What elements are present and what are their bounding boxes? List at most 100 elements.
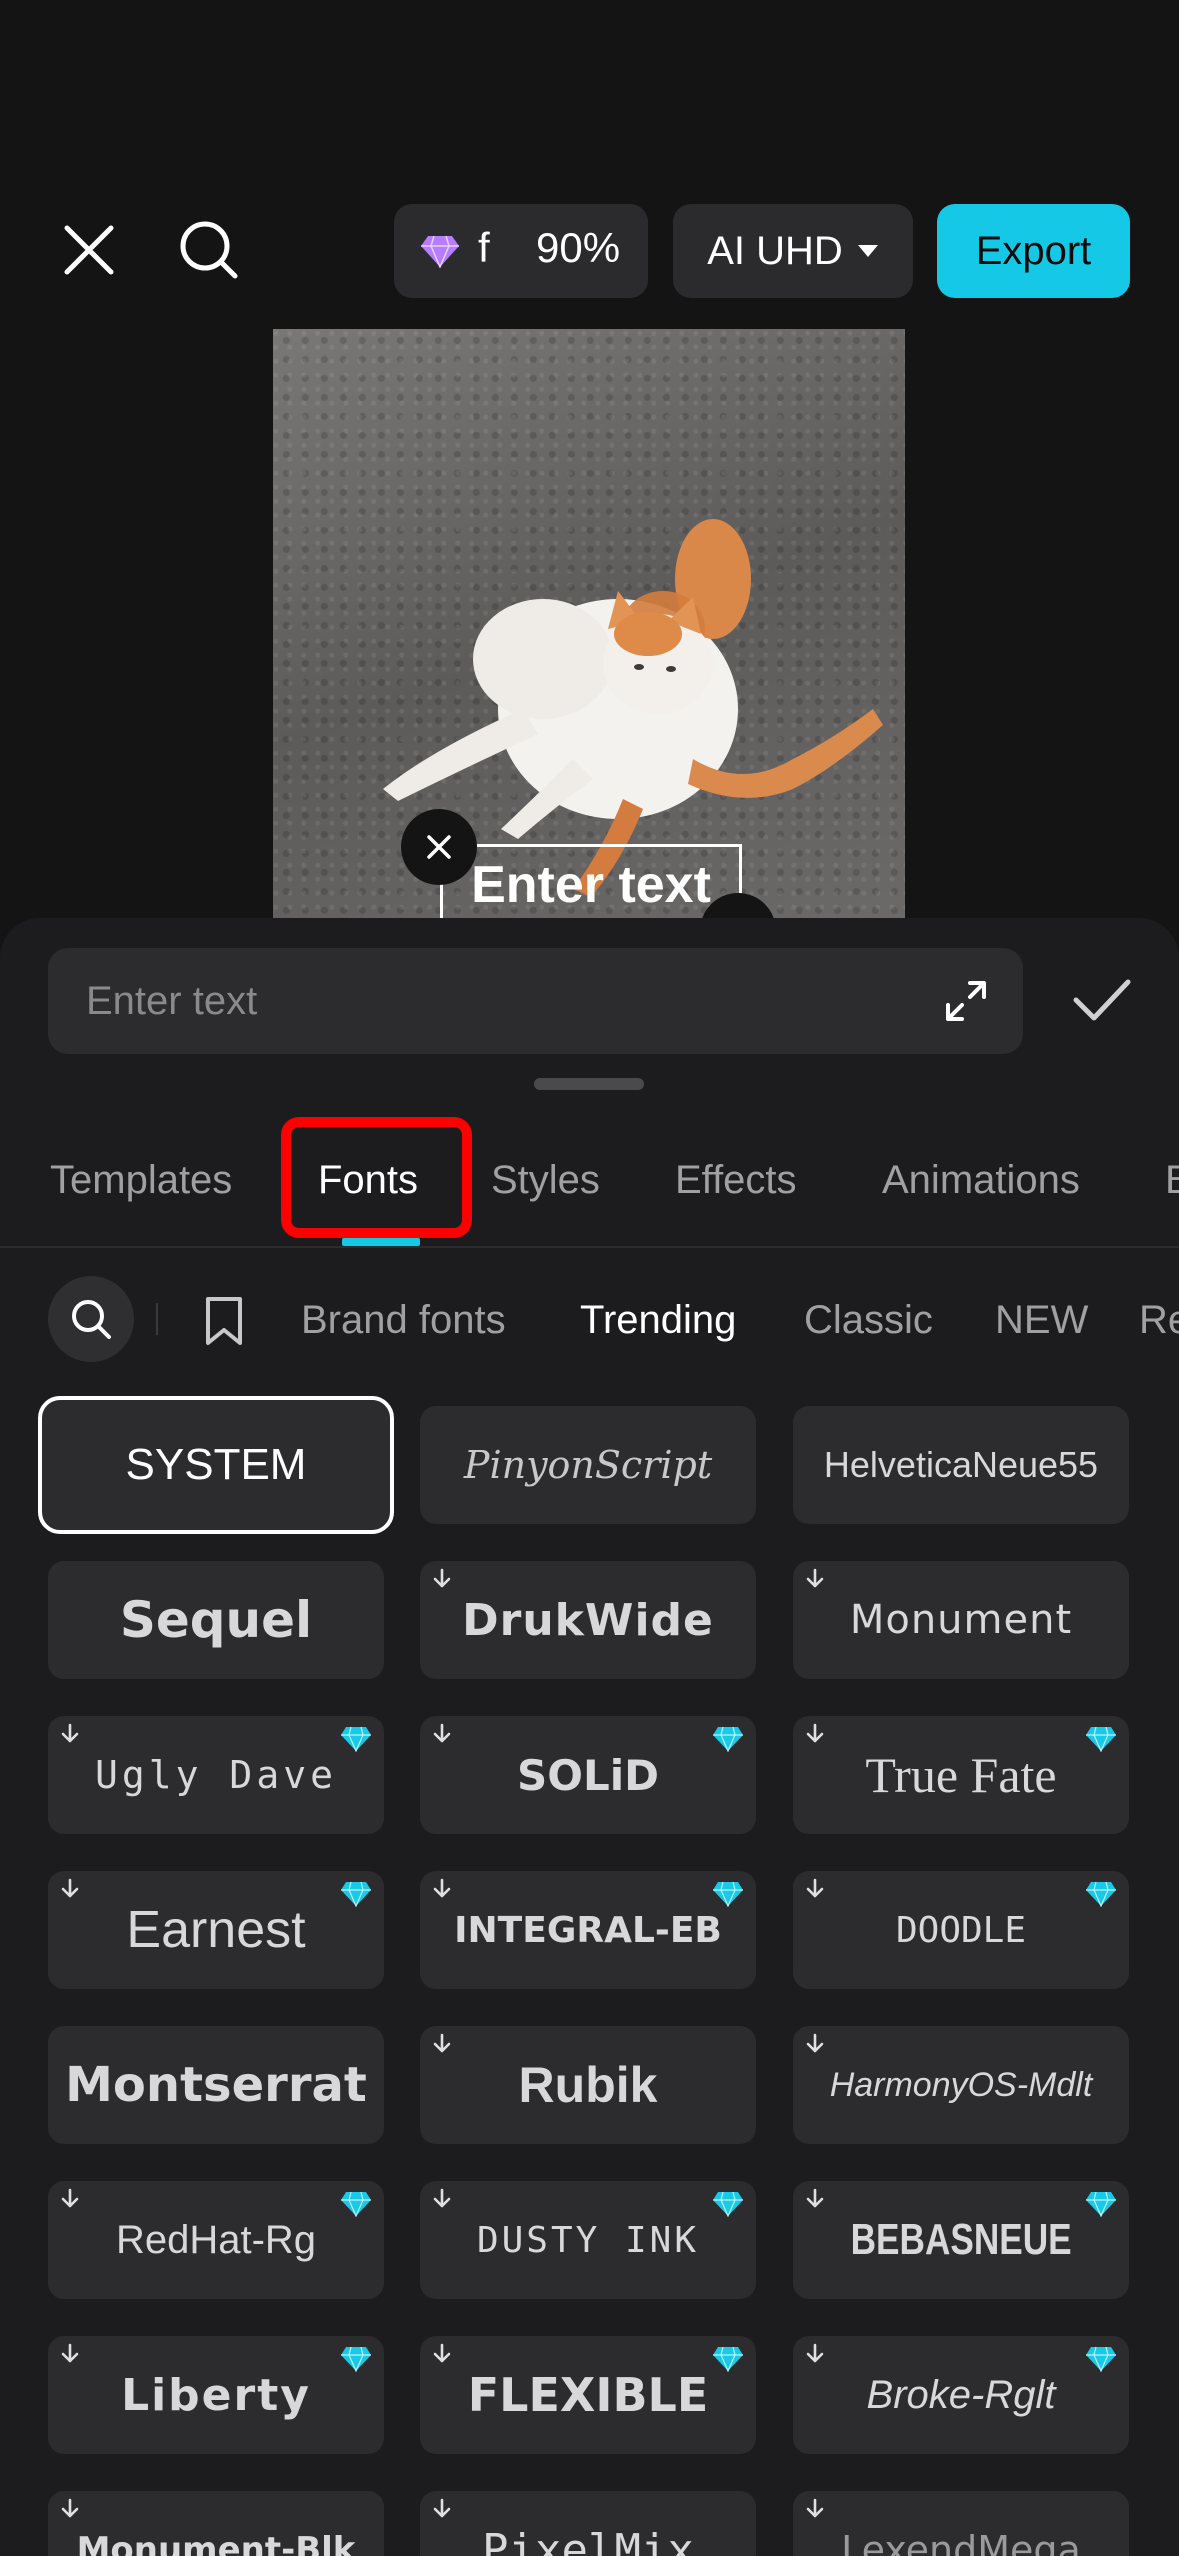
font-tile-montserrat[interactable]: Montserrat xyxy=(48,2026,384,2144)
tab-animations[interactable]: Animations xyxy=(882,1114,1080,1246)
font-tile-dusty-ink[interactable]: DUSTY INK xyxy=(420,2181,756,2299)
download-icon xyxy=(61,2188,79,2208)
font-name: DOODLE xyxy=(895,1909,1027,1951)
font-tile-ugly-dave[interactable]: Ugly Dave xyxy=(48,1716,384,1834)
export-button[interactable]: Export xyxy=(937,204,1130,298)
premium-gem-icon xyxy=(341,1881,371,1907)
download-icon xyxy=(806,2343,824,2363)
font-tile-doodle[interactable]: DOODLE xyxy=(793,1871,1129,1989)
font-name: Montserrat xyxy=(65,2057,367,2113)
font-name: Earnest xyxy=(126,1901,306,1959)
premium-gem-icon xyxy=(713,2191,743,2217)
sheet-grabber[interactable] xyxy=(534,1078,644,1090)
font-name: Monument xyxy=(849,1597,1073,1643)
download-icon xyxy=(61,2498,79,2518)
download-icon xyxy=(433,2188,451,2208)
font-tile-sequel[interactable]: Sequel xyxy=(48,1561,384,1679)
font-name: Broke-Rglt xyxy=(866,2372,1056,2417)
font-tile-redhat-rg[interactable]: RedHat-Rg xyxy=(48,2181,384,2299)
download-icon xyxy=(61,1723,79,1743)
font-tile-monument-blk[interactable]: Monument-Blk xyxy=(48,2491,384,2556)
font-search-icon[interactable] xyxy=(48,1276,134,1362)
download-icon xyxy=(806,2033,824,2053)
download-icon xyxy=(61,2343,79,2363)
premium-gem-icon xyxy=(1086,2191,1116,2217)
font-name: Sequel xyxy=(119,1591,313,1649)
font-name: SYSTEM xyxy=(125,1440,307,1489)
font-categories: Brand fonts Trending Classic NEW Re xyxy=(0,1275,1179,1365)
premium-gem-icon xyxy=(1086,1881,1116,1907)
font-tile-liberty[interactable]: Liberty xyxy=(48,2336,384,2454)
font-tile-system[interactable]: SYSTEM xyxy=(38,1396,394,1534)
download-icon xyxy=(806,2498,824,2518)
search-icon[interactable] xyxy=(164,205,254,295)
font-tile-lexendmega[interactable]: LexendMega xyxy=(793,2491,1129,2556)
text-input[interactable] xyxy=(86,948,906,1054)
font-tile-pinyonscript[interactable]: PinyonScript xyxy=(420,1406,756,1524)
font-name: BEBASNEUE xyxy=(850,2215,1072,2264)
font-tile-integral-eb[interactable]: INTEGRAL-EB xyxy=(420,1871,756,1989)
top-bar: f 90% AI UHD Export xyxy=(0,0,1179,330)
text-overlay-box[interactable]: Enter text xyxy=(440,844,742,929)
download-icon xyxy=(806,1568,824,1588)
expand-icon[interactable] xyxy=(939,974,993,1028)
category-trending[interactable]: Trending xyxy=(580,1275,736,1365)
editor-tabs: Templates Fonts Styles Effects Animation… xyxy=(0,1114,1179,1248)
font-tile-harmonyos-mdlt[interactable]: HarmonyOS-Mdlt xyxy=(793,2026,1129,2144)
font-name: Monument-Blk xyxy=(76,2530,356,2556)
category-new[interactable]: NEW xyxy=(995,1275,1088,1365)
font-tile-monument[interactable]: Monument xyxy=(793,1561,1129,1679)
category-divider xyxy=(156,1303,158,1335)
font-tile-rubik[interactable]: Rubik xyxy=(420,2026,756,2144)
active-tab-indicator xyxy=(342,1238,420,1246)
tab-effects[interactable]: Effects xyxy=(675,1114,797,1246)
download-icon xyxy=(433,1878,451,1898)
font-tile-true-fate[interactable]: True Fate xyxy=(793,1716,1129,1834)
text-input-field[interactable] xyxy=(48,948,1023,1054)
download-icon xyxy=(806,1878,824,1898)
font-tile-flexible[interactable]: FLEXIBLE xyxy=(420,2336,756,2454)
category-classic[interactable]: Classic xyxy=(804,1275,933,1365)
download-icon xyxy=(433,1568,451,1588)
font-name: Ugly Dave xyxy=(95,1753,337,1797)
font-name: Rubik xyxy=(518,2057,658,2113)
font-tile-helveticaneue55[interactable]: HelveticaNeue55 xyxy=(793,1406,1129,1524)
download-icon xyxy=(806,1723,824,1743)
tab-styles[interactable]: Styles xyxy=(491,1114,600,1246)
checkmark-icon[interactable] xyxy=(1060,958,1144,1042)
cat-image xyxy=(383,519,883,897)
premium-gem-icon xyxy=(341,2191,371,2217)
font-name: DrukWide xyxy=(462,1594,714,1646)
tab-templates[interactable]: Templates xyxy=(50,1114,232,1246)
close-icon[interactable] xyxy=(44,205,134,295)
caret-down-icon xyxy=(857,245,878,257)
premium-gem-icon xyxy=(341,1726,371,1752)
font-name: True Fate xyxy=(865,1747,1057,1803)
font-tile-drukwide[interactable]: DrukWide xyxy=(420,1561,756,1679)
premium-gem-icon xyxy=(1086,1726,1116,1752)
video-preview[interactable]: Enter text xyxy=(273,329,905,929)
credits-value: 90% xyxy=(536,224,621,271)
credits-pill[interactable]: f 90% xyxy=(394,204,648,298)
quality-dropdown[interactable]: AI UHD xyxy=(673,204,913,298)
font-name: LexendMega xyxy=(841,2528,1081,2556)
font-name: RedHat-Rg xyxy=(115,2217,317,2262)
premium-gem-icon xyxy=(421,235,459,268)
font-name: FLEXIBLE xyxy=(467,2368,709,2422)
category-more[interactable]: Re xyxy=(1139,1275,1179,1365)
download-icon xyxy=(806,2188,824,2208)
font-name: PixelMix xyxy=(482,2524,694,2556)
font-tile-broke-rglt[interactable]: Broke-Rglt xyxy=(793,2336,1129,2454)
fonts-tab-highlight xyxy=(281,1117,472,1238)
font-tile-solid[interactable]: SOLiD xyxy=(420,1716,756,1834)
text-overlay-label: Enter text xyxy=(471,856,711,914)
tab-more[interactable]: B xyxy=(1165,1114,1179,1246)
category-brand-fonts[interactable]: Brand fonts xyxy=(301,1275,506,1365)
quality-label: AI UHD xyxy=(707,228,843,273)
font-tile-earnest[interactable]: Earnest xyxy=(48,1871,384,1989)
font-tile-pixelmix[interactable]: PixelMix xyxy=(420,2491,756,2556)
bookmark-icon[interactable] xyxy=(196,1293,252,1349)
premium-gem-icon xyxy=(1086,2346,1116,2372)
font-tile-bebasneue[interactable]: BEBASNEUE xyxy=(793,2181,1129,2299)
remove-text-icon[interactable] xyxy=(401,809,477,885)
